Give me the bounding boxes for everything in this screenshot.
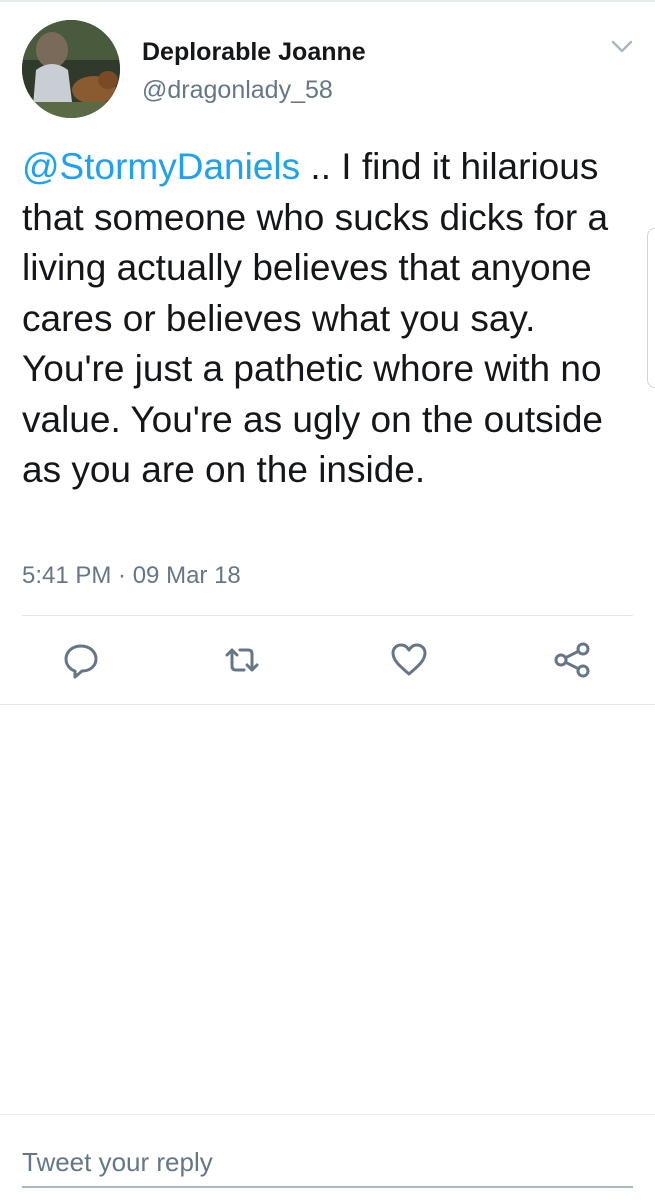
- author-handle[interactable]: @dragonlady_58: [142, 76, 333, 105]
- avatar[interactable]: [22, 20, 120, 118]
- mention-link[interactable]: @StormyDaniels: [22, 146, 300, 187]
- tweet-timestamp: 5:41 PM · 09 Mar 18: [22, 562, 241, 589]
- tweet-text: @StormyDaniels .. I find it hilarious th…: [22, 142, 637, 496]
- tweet-detail-screen: Deplorable Joanne @dragonlady_58 @Stormy…: [0, 0, 655, 1200]
- retweet-icon[interactable]: [222, 640, 262, 680]
- chevron-down-icon[interactable]: [609, 36, 635, 58]
- reply-input[interactable]: [22, 1138, 633, 1188]
- like-icon[interactable]: [389, 640, 429, 680]
- scroll-handle[interactable]: [647, 228, 655, 388]
- divider: [0, 704, 655, 705]
- tweet-header: Deplorable Joanne @dragonlady_58: [22, 20, 633, 120]
- tweet-body: .. I find it hilarious that someone who …: [22, 146, 609, 490]
- avatar-photo: [22, 20, 120, 118]
- author-name[interactable]: Deplorable Joanne: [142, 38, 366, 67]
- share-icon[interactable]: [552, 640, 592, 680]
- action-bar: [0, 616, 655, 704]
- divider: [0, 1114, 655, 1115]
- top-divider: [0, 0, 655, 2]
- reply-icon[interactable]: [61, 640, 101, 680]
